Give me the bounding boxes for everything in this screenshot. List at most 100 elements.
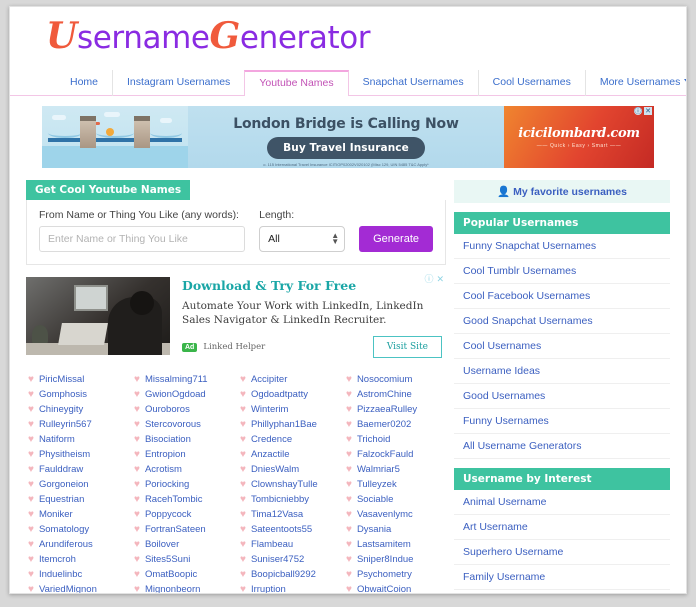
- username-item[interactable]: ♥ Sniper8Indue: [344, 552, 446, 567]
- username-item[interactable]: ♥ Stercovorous: [132, 417, 234, 432]
- heart-icon[interactable]: ♥: [346, 419, 352, 430]
- sidebar-item-animal-username[interactable]: Animal Username: [454, 490, 670, 515]
- username-item[interactable]: ♥ Tulleyzek: [344, 477, 446, 492]
- username-item[interactable]: ♥ GwionOgdoad: [132, 387, 234, 402]
- username-item[interactable]: ♥ Winterim: [238, 402, 340, 417]
- username-item[interactable]: ♥ AstromChine: [344, 387, 446, 402]
- heart-icon[interactable]: ♥: [240, 554, 246, 565]
- heart-icon[interactable]: ♥: [240, 464, 246, 475]
- username-item[interactable]: ♥ ObwaitCoion: [344, 582, 446, 593]
- heart-icon[interactable]: ♥: [240, 494, 246, 505]
- heart-icon[interactable]: ♥: [346, 554, 352, 565]
- nav-item-youtube-names[interactable]: Youtube Names: [244, 70, 349, 96]
- sidebar-item-good-usernames[interactable]: Good Usernames: [454, 384, 670, 409]
- heart-icon[interactable]: ♥: [134, 404, 140, 415]
- heart-icon[interactable]: ♥: [134, 584, 140, 593]
- nav-item-cool-usernames[interactable]: Cool Usernames: [477, 70, 585, 96]
- username-item[interactable]: ♥ Bisociation: [132, 432, 234, 447]
- username-item[interactable]: ♥ Somatology: [26, 522, 128, 537]
- generate-button[interactable]: Generate: [359, 226, 433, 252]
- length-select[interactable]: [259, 226, 346, 252]
- username-item[interactable]: ♥ Nosocomium: [344, 372, 446, 387]
- username-item[interactable]: ♥ Ouroboros: [132, 402, 234, 417]
- heart-icon[interactable]: ♥: [134, 464, 140, 475]
- username-item[interactable]: ♥ Sociable: [344, 492, 446, 507]
- visit-site-button[interactable]: Visit Site: [372, 336, 442, 358]
- heart-icon[interactable]: ♥: [28, 404, 34, 415]
- username-item[interactable]: ♥ Missalming711: [132, 372, 234, 387]
- username-item[interactable]: ♥ Acrotism: [132, 462, 234, 477]
- heart-icon[interactable]: ♥: [346, 569, 352, 580]
- nav-item-home[interactable]: Home: [56, 70, 112, 96]
- sidebar-item-cool-facebook-usernames[interactable]: Cool Facebook Usernames: [454, 284, 670, 309]
- heart-icon[interactable]: ♥: [346, 404, 352, 415]
- username-item[interactable]: ♥ Phillyphan1Bae: [238, 417, 340, 432]
- heart-icon[interactable]: ♥: [346, 539, 352, 550]
- username-item[interactable]: ♥ Suniser4752: [238, 552, 340, 567]
- heart-icon[interactable]: ♥: [134, 374, 140, 385]
- username-item[interactable]: ♥ Boilover: [132, 537, 234, 552]
- heart-icon[interactable]: ♥: [28, 374, 34, 385]
- heart-icon[interactable]: ♥: [240, 479, 246, 490]
- heart-icon[interactable]: ♥: [28, 524, 34, 535]
- username-item[interactable]: ♥ Equestrian: [26, 492, 128, 507]
- heart-icon[interactable]: ♥: [240, 389, 246, 400]
- sidebar-item-funny-snapchat-usernames[interactable]: Funny Snapchat Usernames: [454, 234, 670, 259]
- username-item[interactable]: ♥ OmatBoopic: [132, 567, 234, 582]
- username-item[interactable]: ♥ Entropion: [132, 447, 234, 462]
- heart-icon[interactable]: ♥: [346, 434, 352, 445]
- sidebar-item-good-snapchat-usernames[interactable]: Good Snapchat Usernames: [454, 309, 670, 334]
- heart-icon[interactable]: ♥: [28, 434, 34, 445]
- username-item[interactable]: ♥ Poriocking: [132, 477, 234, 492]
- username-item[interactable]: ♥ Moniker: [26, 507, 128, 522]
- username-item[interactable]: ♥ Trichoid: [344, 432, 446, 447]
- heart-icon[interactable]: ♥: [240, 434, 246, 445]
- heart-icon[interactable]: ♥: [28, 419, 34, 430]
- heart-icon[interactable]: ♥: [134, 434, 140, 445]
- ad-title[interactable]: Download & Try For Free: [182, 278, 442, 293]
- heart-icon[interactable]: ♥: [346, 374, 352, 385]
- ad-close-icon[interactable]: ✕: [644, 107, 652, 115]
- username-item[interactable]: ♥ Credence: [238, 432, 340, 447]
- heart-icon[interactable]: ♥: [134, 479, 140, 490]
- username-item[interactable]: ♥ Induelinbc: [26, 567, 128, 582]
- heart-icon[interactable]: ♥: [240, 509, 246, 520]
- nav-item-instagram-usernames[interactable]: Instagram Usernames: [112, 70, 244, 96]
- username-item[interactable]: ♥ Arundiferous: [26, 537, 128, 552]
- username-item[interactable]: ♥ VariedMignon: [26, 582, 128, 593]
- heart-icon[interactable]: ♥: [134, 539, 140, 550]
- username-item[interactable]: ♥ Gomphosis: [26, 387, 128, 402]
- ad-info-icon[interactable]: ⓘ: [424, 275, 433, 284]
- sidebar-item-cool-tumblr-usernames[interactable]: Cool Tumblr Usernames: [454, 259, 670, 284]
- heart-icon[interactable]: ♥: [28, 539, 34, 550]
- username-item[interactable]: ♥ Itemcroh: [26, 552, 128, 567]
- heart-icon[interactable]: ♥: [134, 419, 140, 430]
- nav-item-snapchat-usernames[interactable]: Snapchat Usernames: [349, 70, 478, 96]
- username-item[interactable]: ♥ Rulleyrin567: [26, 417, 128, 432]
- username-item[interactable]: ♥ Irruption: [238, 582, 340, 593]
- name-input[interactable]: [39, 226, 246, 252]
- sidebar-item-superhero-username[interactable]: Superhero Username: [454, 540, 670, 565]
- username-item[interactable]: ♥ Physitheism: [26, 447, 128, 462]
- username-item[interactable]: ♥ FalzockFauld: [344, 447, 446, 462]
- username-item[interactable]: ♥ ClownshayTulle: [238, 477, 340, 492]
- heart-icon[interactable]: ♥: [240, 584, 246, 593]
- sidebar-item-family-username[interactable]: Family Username: [454, 565, 670, 590]
- username-item[interactable]: ♥ Poppycock: [132, 507, 234, 522]
- username-item[interactable]: ♥ Ogdoadtpatty: [238, 387, 340, 402]
- username-item[interactable]: ♥ Natiform: [26, 432, 128, 447]
- username-item[interactable]: ♥ PizzaeaRulley: [344, 402, 446, 417]
- username-item[interactable]: ♥ Sites5Suni: [132, 552, 234, 567]
- username-item[interactable]: ♥ Gorgoneion: [26, 477, 128, 492]
- favorite-usernames-link[interactable]: 👤 My favorite usernames: [454, 180, 670, 203]
- heart-icon[interactable]: ♥: [28, 494, 34, 505]
- heart-icon[interactable]: ♥: [28, 509, 34, 520]
- sidebar-item-cool-usernames[interactable]: Cool Usernames: [454, 334, 670, 359]
- heart-icon[interactable]: ♥: [134, 509, 140, 520]
- username-item[interactable]: ♥ Flambeau: [238, 537, 340, 552]
- sidebar-item-username-ideas[interactable]: Username Ideas: [454, 359, 670, 384]
- heart-icon[interactable]: ♥: [134, 554, 140, 565]
- heart-icon[interactable]: ♥: [28, 479, 34, 490]
- heart-icon[interactable]: ♥: [240, 449, 246, 460]
- sidebar-item-funny-usernames[interactable]: Funny Usernames: [454, 409, 670, 434]
